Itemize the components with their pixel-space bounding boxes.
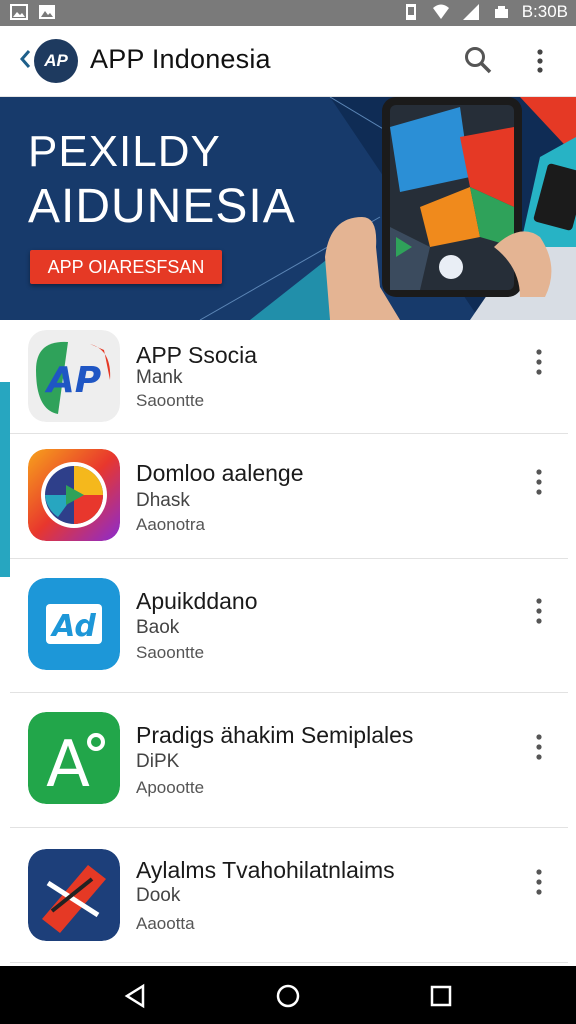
green-a-icon: A	[28, 712, 120, 804]
app-category: Dhask	[136, 490, 190, 511]
app-name: Pradigs ähakim Semiplales	[136, 722, 414, 748]
more-vert-icon[interactable]	[532, 732, 546, 762]
back-arrow-icon[interactable]	[16, 45, 34, 73]
list-item[interactable]: Ad Apuikddano Baok Saoontte	[10, 558, 568, 693]
nav-recents-icon[interactable]	[427, 982, 455, 1010]
status-bar: B:30B	[0, 0, 576, 26]
list-item[interactable]: A Pradigs ähakim Semiplales DiPK Apooott…	[10, 692, 568, 828]
search-icon[interactable]	[462, 44, 494, 76]
app-logo-text: AP	[44, 51, 68, 70]
list-item[interactable]: AP APP Ssocia Mank Saoontte	[10, 320, 568, 434]
app-bar: AP APP Indonesia	[0, 26, 576, 97]
app-list: AP APP Ssocia Mank Saoontte Domloo aalen…	[10, 320, 568, 966]
app-category: Mank	[136, 367, 183, 388]
list-item[interactable]: Domloo aalenge Dhask Aaonotra	[10, 433, 568, 559]
more-vert-icon[interactable]	[532, 347, 546, 377]
banner-cta-button[interactable]: APP OIARESFSAN	[30, 250, 222, 284]
app-name: APP Ssocia	[136, 342, 258, 368]
gallery-icon	[10, 4, 28, 20]
svg-text:AP: AP	[44, 360, 101, 401]
svg-text:A: A	[46, 728, 90, 802]
list-item[interactable]: Aylalms Tvahohilatnlaims Dook Aaootta	[10, 827, 568, 963]
app-name: Apuikddano	[136, 588, 258, 614]
system-nav-bar	[0, 966, 576, 1024]
app-publisher: Aaootta	[136, 914, 195, 933]
overflow-menu-icon[interactable]	[528, 46, 552, 76]
vibrate-icon	[405, 4, 416, 20]
colorful-circle-icon	[28, 449, 120, 541]
red-x-icon	[28, 849, 120, 941]
battery-icon	[494, 6, 508, 18]
more-vert-icon[interactable]	[532, 867, 546, 897]
image-icon	[39, 5, 55, 19]
app-name: Aylalms Tvahohilatnlaims	[136, 857, 395, 883]
svg-text:Ad: Ad	[50, 609, 96, 644]
banner-headline-2: AIDUNESIA	[28, 180, 296, 233]
app-publisher: Saoontte	[136, 643, 205, 662]
nav-back-icon[interactable]	[121, 982, 149, 1010]
status-time: B:30B	[521, 2, 568, 21]
app-category: DiPK	[136, 751, 180, 772]
app-publisher: Aaonotra	[136, 515, 205, 534]
page-title: APP Indonesia	[90, 44, 271, 74]
more-vert-icon[interactable]	[532, 596, 546, 626]
cell-signal-icon	[462, 4, 479, 20]
app-category: Baok	[136, 617, 180, 638]
promo-banner[interactable]: PEXILDY AIDUNESIA APP OIARESFSAN	[0, 97, 576, 320]
blue-ad-icon: Ad	[28, 578, 120, 670]
side-accent	[0, 382, 10, 577]
app-category: Dook	[136, 885, 181, 906]
app-publisher: Apoootte	[136, 778, 205, 797]
more-vert-icon[interactable]	[532, 467, 546, 497]
wifi-icon	[432, 4, 449, 19]
nav-home-icon[interactable]	[274, 982, 302, 1010]
app-publisher: Saoontte	[136, 391, 205, 410]
banner-headline-1: PEXILDY	[28, 127, 221, 176]
app-ap-logo-icon: AP	[28, 330, 120, 422]
app-name: Domloo aalenge	[136, 460, 304, 486]
app-logo: AP	[34, 39, 78, 83]
